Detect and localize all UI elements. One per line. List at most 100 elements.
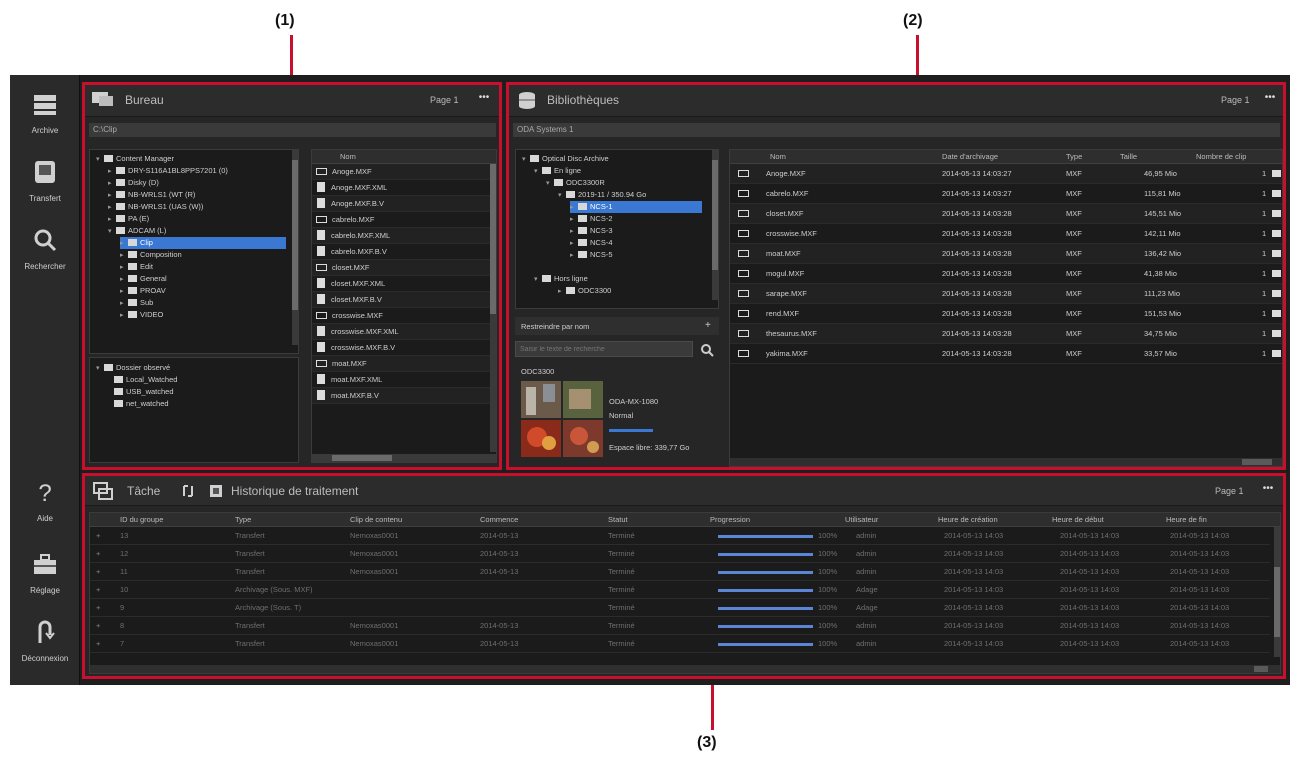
column-header-clip-count[interactable]: Nombre de clip: [1196, 150, 1246, 164]
horizontal-scrollbar[interactable]: [90, 665, 1280, 673]
column-header-start[interactable]: Commence: [480, 513, 518, 527]
table-row[interactable]: yakima.MXF 2014-05-13 14:03:28 MXF 33,57 Mi…: [730, 344, 1282, 364]
list-item[interactable]: cabrelo.MXF.XML: [312, 228, 490, 244]
page-indicator[interactable]: Page 1: [1221, 95, 1250, 105]
tree-node[interactable]: ▾ Optical Disc Archive: [522, 153, 609, 165]
tree-node[interactable]: ▸ NCS-4: [570, 237, 613, 249]
column-header-date[interactable]: Date d'archivage: [942, 150, 998, 164]
comment-icon[interactable]: [1272, 250, 1281, 257]
horizontal-scrollbar[interactable]: [312, 454, 496, 462]
tree-node[interactable]: net_watched: [114, 398, 169, 410]
table-row[interactable]: moat.MXF 2014-05-13 14:03:28 MXF 136,42 Mio…: [730, 244, 1282, 264]
column-header-name[interactable]: Nom: [340, 150, 356, 164]
list-item[interactable]: moat.MXF.B.V: [312, 388, 490, 404]
list-item[interactable]: Anoge.MXF: [312, 164, 490, 180]
tree-node[interactable]: ▸ ODC3300: [558, 285, 611, 297]
column-header-progress[interactable]: Progression: [710, 513, 750, 527]
search-icon[interactable]: [699, 342, 715, 358]
column-header-content-clip[interactable]: Clip de contenu: [350, 513, 402, 527]
list-item[interactable]: crosswise.MXF.B.V: [312, 340, 490, 356]
tree-node[interactable]: ▸ Edit: [120, 261, 153, 273]
list-item[interactable]: crosswise.MXF: [312, 308, 490, 324]
tree-node[interactable]: ▾ Hors ligne: [534, 273, 588, 285]
tree-node[interactable]: ▸ NB-WRLS1 (UAS (W)): [108, 201, 203, 213]
file-list-scrollbar[interactable]: [490, 164, 496, 452]
tree-node[interactable]: ▸ PA (E): [108, 213, 149, 225]
expand-icon[interactable]: +: [96, 601, 100, 615]
list-item[interactable]: closet.MXF.B.V: [312, 292, 490, 308]
more-menu-icon[interactable]: •••: [477, 93, 491, 106]
expand-icon[interactable]: +: [96, 583, 100, 597]
tree-node[interactable]: ▾ ODC3300R: [546, 177, 605, 189]
table-row[interactable]: +12 Transfert Nemoxas0001 2014-05-13 Terminé…: [90, 545, 1270, 563]
column-header-name[interactable]: Nom: [770, 150, 786, 164]
list-item[interactable]: moat.MXF.XML: [312, 372, 490, 388]
column-header-begin[interactable]: Heure de début: [1052, 513, 1104, 527]
column-header-status[interactable]: Statut: [608, 513, 628, 527]
column-header-type[interactable]: Type: [235, 513, 251, 527]
comment-icon[interactable]: [1272, 210, 1281, 217]
comment-icon[interactable]: [1272, 330, 1281, 337]
tree-node[interactable]: ▸ General: [120, 273, 167, 285]
filter-header[interactable]: Restreindre par nom +: [515, 317, 719, 335]
tab-task[interactable]: Tâche: [127, 484, 160, 498]
tree-node[interactable]: ▸ NCS-5: [570, 249, 613, 261]
comment-icon[interactable]: [1272, 190, 1281, 197]
list-item[interactable]: crosswise.MXF.XML: [312, 324, 490, 340]
tree-node[interactable]: ▾ En ligne: [534, 165, 581, 177]
table-row[interactable]: sarape.MXF 2014-05-13 14:03:28 MXF 111,23 M…: [730, 284, 1282, 304]
column-header-group-id[interactable]: ID du groupe: [120, 513, 163, 527]
table-row[interactable]: +9 Archivage (Sous. T) Terminé 100% Adage 201…: [90, 599, 1270, 617]
sidebar-item-help[interactable]: ? Aide: [10, 471, 80, 531]
tree-node[interactable]: ▾ Dossier observé: [96, 362, 170, 374]
sidebar-item-search[interactable]: Rechercher: [10, 219, 80, 279]
expand-icon[interactable]: +: [96, 637, 100, 651]
tree-node[interactable]: ▸ NCS-3: [570, 225, 613, 237]
page-indicator[interactable]: Page 1: [430, 95, 459, 105]
cartridge-thumbnail[interactable]: [521, 381, 603, 457]
comment-icon[interactable]: [1272, 350, 1281, 357]
tree-scrollbar[interactable]: [712, 150, 718, 300]
refresh-icon[interactable]: [181, 484, 195, 498]
table-row[interactable]: +8 Transfert Nemoxas0001 2014-05-13 Terminé 1…: [90, 617, 1270, 635]
comment-icon[interactable]: [1272, 310, 1281, 317]
table-row[interactable]: mogul.MXF 2014-05-13 14:03:28 MXF 41,38 Mio…: [730, 264, 1282, 284]
tree-node[interactable]: ▸ Disky (D): [108, 177, 159, 189]
tree-node[interactable]: ▾ ADCAM (L): [108, 225, 166, 237]
add-filter-icon[interactable]: +: [705, 320, 711, 331]
path-bar[interactable]: ODA Systems 1: [513, 123, 1280, 137]
tree-node[interactable]: ▾ Content Manager: [96, 153, 174, 165]
tree-node[interactable]: USB_watched: [114, 386, 174, 398]
table-row[interactable]: +7 Transfert Nemoxas0001 2014-05-13 Terminé 1…: [90, 635, 1270, 653]
more-menu-icon[interactable]: •••: [1263, 93, 1277, 106]
table-row[interactable]: cabrelo.MXF 2014-05-13 14:03:27 MXF 115,81 …: [730, 184, 1282, 204]
sidebar-item-archive[interactable]: Archive: [10, 83, 80, 143]
table-row[interactable]: rend.MXF 2014-05-13 14:03:28 MXF 151,53 Mio…: [730, 304, 1282, 324]
comment-icon[interactable]: [1272, 270, 1281, 277]
more-menu-icon[interactable]: •••: [1261, 484, 1275, 497]
column-header-end[interactable]: Heure de fin: [1166, 513, 1207, 527]
tree-node[interactable]: Local_Watched: [114, 374, 177, 386]
tree-node[interactable]: ▸ VIDEO: [120, 309, 163, 321]
tree-scrollbar[interactable]: [292, 150, 298, 345]
tree-node[interactable]: ▸ Sub: [120, 297, 153, 309]
table-row[interactable]: Anoge.MXF 2014-05-13 14:03:27 MXF 46,95 Mio…: [730, 164, 1282, 184]
sidebar-item-transfer[interactable]: Transfert: [10, 151, 80, 211]
sidebar-item-settings[interactable]: Réglage: [10, 543, 80, 603]
tree-node[interactable]: ▸ Composition: [120, 249, 182, 261]
search-input[interactable]: [515, 341, 693, 357]
tree-node-selected[interactable]: ▸ NCS-1: [570, 201, 702, 213]
tree-node[interactable]: ▸ DRY-S116A1BL8PPS7201 (0): [108, 165, 228, 177]
expand-icon[interactable]: +: [96, 547, 100, 561]
tree-node[interactable]: ▸ NCS-2: [570, 213, 613, 225]
list-item[interactable]: closet.MXF: [312, 260, 490, 276]
task-scrollbar[interactable]: [1274, 527, 1280, 657]
list-item[interactable]: closet.MXF.XML: [312, 276, 490, 292]
path-bar[interactable]: C:\Clip: [89, 123, 496, 137]
page-indicator[interactable]: Page 1: [1215, 486, 1244, 496]
tab-history[interactable]: Historique de traitement: [231, 484, 358, 498]
table-row[interactable]: closet.MXF 2014-05-13 14:03:28 MXF 145,51 M…: [730, 204, 1282, 224]
column-header-created[interactable]: Heure de création: [938, 513, 998, 527]
table-row[interactable]: +10 Archivage (Sous. MXF) Terminé 100% Adage…: [90, 581, 1270, 599]
expand-icon[interactable]: +: [96, 619, 100, 633]
